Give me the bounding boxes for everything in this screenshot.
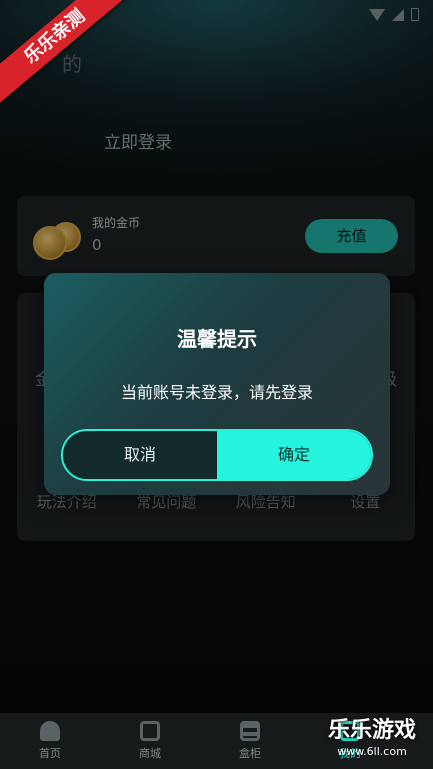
shop-bag-icon <box>140 721 160 741</box>
nav-label-home: 首页 <box>39 747 61 760</box>
confirm-button[interactable]: 确定 <box>217 431 371 479</box>
nav-item-home[interactable]: 首页 <box>0 713 100 769</box>
cancel-button[interactable]: 取消 <box>63 431 217 479</box>
dialog-buttons: 取消 确定 <box>61 429 373 481</box>
screen: 乐乐亲测 的 立即登录 我的金币 0 充值 金 级 玩法介绍 常见问题 风险告知… <box>0 0 433 769</box>
login-prompt-dialog: 温馨提示 当前账号未登录，请先登录 取消 确定 <box>44 273 390 495</box>
home-icon <box>40 721 60 741</box>
dialog-title: 温馨提示 <box>177 327 257 351</box>
site-watermark: 乐乐游戏 www.6ll.com <box>317 717 427 765</box>
nav-item-box[interactable]: 盒柜 <box>200 713 300 769</box>
watermark-main: 乐乐游戏 <box>327 718 416 743</box>
watermark-sub: www.6ll.com <box>337 745 407 758</box>
nav-item-shop[interactable]: 商城 <box>100 713 200 769</box>
nav-label-box: 盒柜 <box>239 747 261 760</box>
nav-label-shop: 商城 <box>139 747 161 760</box>
dialog-message: 当前账号未登录，请先登录 <box>120 383 313 402</box>
box-cabinet-icon <box>240 721 260 741</box>
